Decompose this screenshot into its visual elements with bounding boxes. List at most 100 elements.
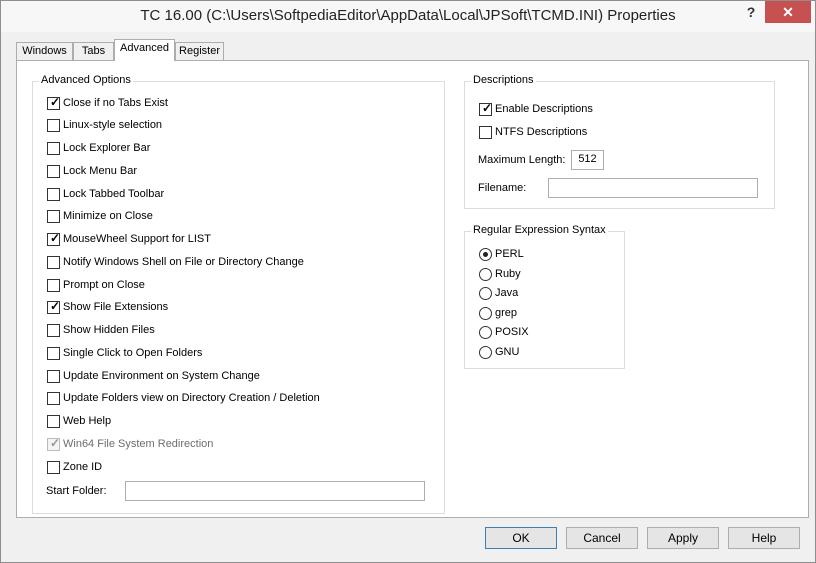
option-label: Linux-style selection: [63, 119, 163, 131]
option-label: Lock Menu Bar: [63, 165, 137, 177]
checkbox: ✓: [47, 435, 61, 451]
option-notify-windows-shell[interactable]: Notify Windows Shell on File or Director…: [47, 254, 304, 270]
tab-advanced[interactable]: Advanced: [114, 39, 175, 61]
checkmark-icon: ✓: [482, 100, 493, 115]
start-folder-input[interactable]: [125, 481, 425, 501]
option-update-environment[interactable]: Update Environment on System Change: [47, 368, 260, 384]
descriptions-group: Descriptions ✓ Enable Descriptions NTFS …: [464, 74, 775, 209]
apply-button[interactable]: Apply: [647, 527, 719, 549]
radio-button[interactable]: [479, 286, 492, 300]
advanced-options-legend: Advanced Options: [39, 74, 133, 86]
option-label: MouseWheel Support for LIST: [63, 233, 211, 245]
radio-label: PERL: [495, 248, 524, 260]
option-single-click-open[interactable]: Single Click to Open Folders: [47, 345, 202, 361]
properties-dialog: TC 16.00 (C:\Users\SoftpediaEditor\AppDa…: [0, 0, 816, 563]
option-label: Zone ID: [63, 461, 103, 473]
descriptions-legend: Descriptions: [471, 74, 536, 86]
title-bar[interactable]: TC 16.00 (C:\Users\SoftpediaEditor\AppDa…: [1, 1, 815, 32]
option-mousewheel-support[interactable]: ✓ MouseWheel Support for LIST: [47, 231, 211, 247]
max-length-label: Maximum Length:: [478, 154, 566, 166]
radio-posix[interactable]: POSIX: [479, 324, 529, 340]
option-lock-tabbed-toolbar[interactable]: Lock Tabbed Toolbar: [47, 186, 164, 202]
checkbox[interactable]: ✓: [479, 100, 493, 116]
radio-gnu[interactable]: GNU: [479, 344, 519, 360]
radio-button[interactable]: [479, 306, 492, 320]
checkbox[interactable]: [47, 209, 60, 223]
option-label: Update Environment on System Change: [63, 370, 260, 382]
checkmark-icon: ✓: [50, 94, 61, 109]
option-label: Notify Windows Shell on File or Director…: [63, 256, 304, 268]
checkbox[interactable]: [47, 391, 60, 405]
option-label: Single Click to Open Folders: [63, 347, 203, 359]
option-label: Enable Descriptions: [495, 103, 593, 115]
checkmark-icon: ✓: [50, 230, 61, 245]
ok-button[interactable]: OK: [485, 527, 557, 549]
option-web-help[interactable]: Web Help: [47, 413, 111, 429]
option-update-folders-view[interactable]: Update Folders view on Directory Creatio…: [47, 390, 320, 406]
option-linux-style-selection[interactable]: Linux-style selection: [47, 117, 162, 133]
help-button[interactable]: Help: [728, 527, 800, 549]
checkbox[interactable]: [47, 278, 60, 292]
option-minimize-on-close[interactable]: Minimize on Close: [47, 208, 153, 224]
checkbox[interactable]: [47, 255, 60, 269]
checkbox[interactable]: [47, 323, 60, 337]
option-win64-redirection: ✓ Win64 File System Redirection: [47, 436, 213, 452]
option-label: NTFS Descriptions: [495, 126, 588, 138]
option-prompt-on-close[interactable]: Prompt on Close: [47, 277, 145, 293]
checkbox[interactable]: [47, 414, 60, 428]
radio-ruby[interactable]: Ruby: [479, 266, 521, 282]
max-length-input[interactable]: 512: [571, 150, 604, 170]
radio-label: Ruby: [495, 268, 521, 280]
tab-windows[interactable]: Windows: [16, 42, 73, 61]
radio-button[interactable]: [479, 325, 492, 339]
close-icon[interactable]: ✕: [765, 1, 811, 23]
option-label: Show Hidden Files: [63, 324, 155, 336]
radio-label: grep: [495, 307, 518, 319]
advanced-options-group: Advanced Options ✓ Close if no Tabs Exis…: [32, 74, 445, 514]
checkmark-icon: ✓: [50, 435, 61, 450]
tab-register[interactable]: Register: [175, 42, 224, 61]
radio-selected-dot: [483, 251, 488, 257]
checkbox[interactable]: [479, 125, 492, 139]
option-lock-menu-bar[interactable]: Lock Menu Bar: [47, 163, 137, 179]
advanced-tab-page: Advanced Options ✓ Close if no Tabs Exis…: [16, 60, 809, 518]
radio-button[interactable]: [479, 267, 492, 281]
radio-grep[interactable]: grep: [479, 305, 517, 321]
option-label: Web Help: [63, 415, 112, 427]
option-show-file-extensions[interactable]: ✓ Show File Extensions: [47, 299, 168, 315]
radio-perl[interactable]: PERL: [479, 246, 524, 262]
option-show-hidden-files[interactable]: Show Hidden Files: [47, 322, 155, 338]
checkbox[interactable]: ✓: [47, 94, 61, 110]
radio-button[interactable]: [479, 247, 492, 261]
filename-input[interactable]: [548, 178, 758, 198]
option-label: Close if no Tabs Exist: [63, 97, 168, 109]
ntfs-descriptions-option[interactable]: NTFS Descriptions: [479, 124, 587, 140]
enable-descriptions-option[interactable]: ✓ Enable Descriptions: [479, 101, 593, 117]
option-label: Prompt on Close: [63, 279, 145, 291]
checkbox[interactable]: ✓: [47, 299, 60, 314]
radio-button[interactable]: [479, 345, 492, 359]
checkbox[interactable]: [47, 346, 60, 360]
checkbox[interactable]: [47, 118, 60, 132]
option-close-if-no-tabs[interactable]: ✓ Close if no Tabs Exist: [47, 95, 168, 111]
tab-tabs[interactable]: Tabs: [73, 42, 114, 61]
option-lock-explorer-bar[interactable]: Lock Explorer Bar: [47, 140, 150, 156]
cancel-button[interactable]: Cancel: [566, 527, 638, 549]
checkbox[interactable]: ✓: [47, 230, 61, 246]
checkbox[interactable]: [47, 369, 60, 383]
regex-syntax-group: Regular Expression Syntax PERL Ruby Java…: [464, 224, 625, 369]
option-label: Update Folders view on Directory Creatio…: [63, 392, 320, 404]
checkbox[interactable]: [47, 164, 60, 178]
option-label: Lock Explorer Bar: [63, 142, 151, 154]
radio-java[interactable]: Java: [479, 285, 518, 301]
option-label: Lock Tabbed Toolbar: [63, 188, 165, 200]
help-icon[interactable]: ?: [741, 1, 761, 23]
start-folder-label: Start Folder:: [46, 485, 107, 497]
filename-label: Filename:: [478, 182, 527, 194]
regex-legend: Regular Expression Syntax: [471, 224, 608, 236]
checkbox[interactable]: [47, 460, 60, 474]
option-label: Minimize on Close: [63, 210, 153, 222]
option-zone-id[interactable]: Zone ID: [47, 459, 102, 475]
checkbox[interactable]: [47, 187, 60, 201]
checkbox[interactable]: [47, 141, 60, 155]
